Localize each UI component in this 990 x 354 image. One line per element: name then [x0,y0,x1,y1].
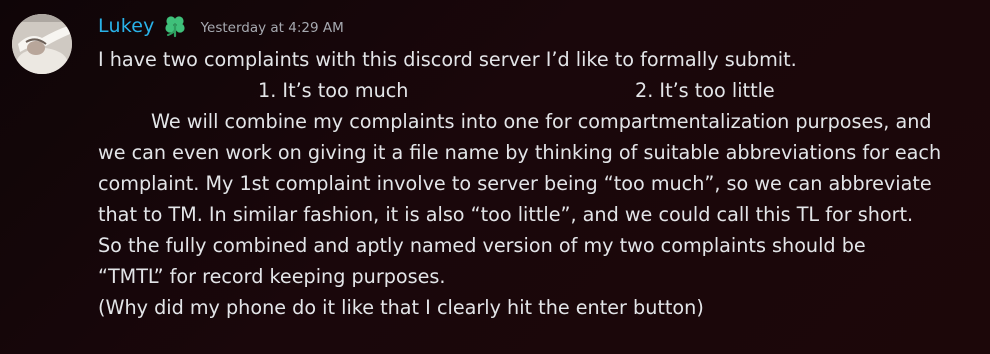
message-line: we can even work on giving it a file nam… [98,141,942,164]
message-line: So the fully combined and aptly named ve… [98,234,866,257]
message-header: Lukey Yesterday at 4:29 AM [98,10,344,42]
message-line: complaint. My 1st complaint involve to s… [98,172,932,195]
chat-message: Lukey Yesterday at 4:29 AM I have two co… [0,0,990,354]
username[interactable]: Lukey [98,15,155,37]
timestamp: Yesterday at 4:29 AM [200,19,344,36]
complaint-list: 1. It’s too much 2. It’s too little [98,75,978,106]
complaint-item: 1. It’s too much [258,79,409,102]
message-line: I have two complaints with this discord … [98,48,797,71]
clover-icon[interactable] [163,14,187,38]
complaint-item: 2. It’s too little [635,79,775,102]
message-line: We will combine my complaints into one f… [151,110,932,133]
message-line: (Why did my phone do it like that I clea… [98,296,704,319]
avatar[interactable] [12,14,72,74]
message-line: that to TM. In similar fashion, it is al… [98,203,914,226]
message-line: “TMTL” for record keeping purposes. [98,265,446,288]
message-content: I have two complaints with this discord … [98,44,978,323]
avatar-image [12,14,72,74]
